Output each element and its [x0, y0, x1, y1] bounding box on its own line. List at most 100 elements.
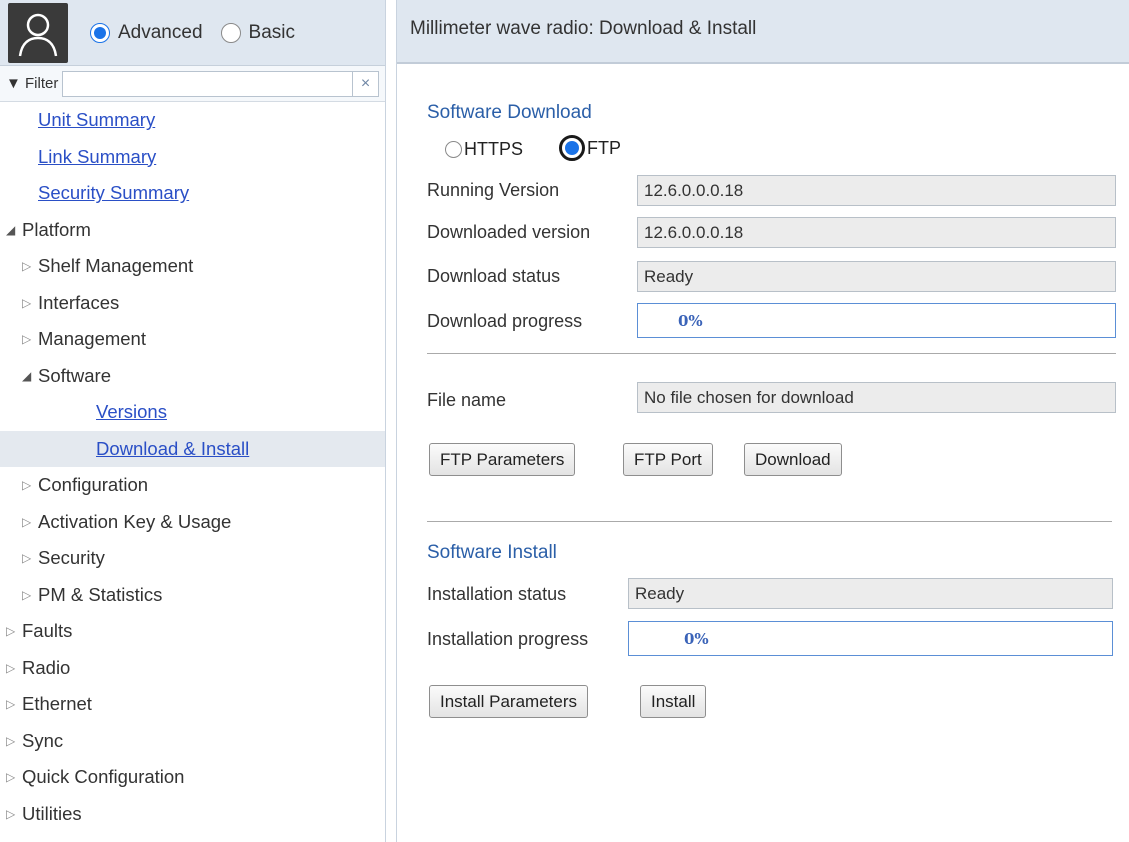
software-download-title: Software Download [427, 102, 592, 123]
sidebar-header: Advanced Basic [0, 0, 385, 66]
running-version-value: 12.6.0.0.0.18 [637, 175, 1116, 206]
radio-selected-icon [90, 22, 110, 43]
nav-label: Sync [22, 729, 64, 751]
nav-label: Interfaces [38, 291, 120, 313]
nav-label: Shelf Management [38, 255, 194, 277]
nav-label: Ethernet [22, 693, 92, 715]
nav-utilities[interactable]: ▷ Utilities [0, 796, 385, 833]
nav-label: Security Summary [38, 182, 190, 204]
downloaded-version-value: 12.6.0.0.0.18 [637, 217, 1116, 248]
download-progress-bar: 0% [637, 303, 1116, 338]
collapsed-triangle-icon: ▷ [22, 478, 32, 493]
download-status-label: Download status [427, 266, 561, 286]
nav-label: Software [38, 364, 112, 386]
nav-software[interactable]: ◢ Software [0, 358, 385, 395]
mode-basic-radio[interactable]: Basic [220, 21, 295, 44]
nav-label: Security [38, 547, 105, 569]
expanded-triangle-icon: ◢ [6, 222, 16, 237]
filter-clear-icon[interactable]: × [353, 70, 379, 97]
nav-label: Management [38, 328, 146, 350]
nav-label: Radio [22, 656, 71, 678]
collapsed-triangle-icon: ▷ [6, 733, 16, 748]
installation-progress-label: Installation progress [427, 629, 589, 649]
install-button[interactable]: Install [640, 685, 707, 718]
installation-progress-bar: 0% [628, 621, 1113, 656]
nav-label: Quick Configuration [22, 766, 185, 788]
protocol-ftp-label: FTP [587, 137, 621, 158]
collapsed-triangle-icon: ▷ [6, 660, 16, 675]
nav-label: Unit Summary [38, 109, 156, 131]
nav-platform[interactable]: ◢ Platform [0, 212, 385, 249]
file-name-value: No file chosen for download [637, 382, 1116, 413]
page-title: Millimeter wave radio: Download & Instal… [397, 0, 1129, 64]
nav-label: Faults [22, 620, 73, 642]
filter-input[interactable] [62, 70, 353, 97]
navigation-tree: Unit Summary Link Summary Security Summa… [0, 102, 385, 832]
collapsed-triangle-icon: ▷ [6, 624, 16, 639]
download-progress-text: 0% [678, 312, 703, 330]
nav-ethernet[interactable]: ▷ Ethernet [0, 686, 385, 723]
nav-label: Platform [22, 218, 91, 240]
download-button[interactable]: Download [744, 443, 842, 476]
installation-status-label: Installation status [427, 584, 567, 604]
collapsed-triangle-icon: ▷ [22, 587, 32, 602]
mode-advanced-label: Advanced [118, 21, 203, 43]
nav-security-summary[interactable]: Security Summary [0, 175, 385, 212]
nav-shelf-management[interactable]: ▷ Shelf Management [0, 248, 385, 285]
protocol-https-radio[interactable]: HTTPS [445, 139, 523, 160]
collapsed-triangle-icon: ▷ [22, 332, 32, 347]
nav-label: Versions [96, 401, 167, 423]
nav-label: Download & Install [96, 437, 250, 459]
collapsed-triangle-icon: ▷ [22, 514, 32, 529]
nav-configuration[interactable]: ▷ Configuration [0, 467, 385, 504]
user-avatar-icon[interactable] [8, 2, 68, 63]
collapsed-triangle-icon: ▷ [22, 295, 32, 310]
collapsed-triangle-icon: ▷ [22, 259, 32, 274]
collapsed-triangle-icon: ▷ [6, 806, 16, 821]
nav-quick-configuration[interactable]: ▷ Quick Configuration [0, 759, 385, 796]
main-panel: Millimeter wave radio: Download & Instal… [396, 0, 1129, 842]
collapsed-triangle-icon: ▷ [6, 770, 16, 785]
nav-label: Configuration [38, 474, 149, 496]
section-divider [427, 521, 1112, 522]
nav-unit-summary[interactable]: Unit Summary [0, 102, 385, 139]
running-version-label: Running Version [427, 180, 560, 200]
nav-link-summary[interactable]: Link Summary [0, 139, 385, 176]
install-parameters-button[interactable]: Install Parameters [429, 685, 588, 718]
nav-label: Utilities [22, 802, 82, 824]
nav-download-install[interactable]: Download & Install [0, 430, 385, 467]
mode-basic-label: Basic [248, 21, 295, 43]
nav-security[interactable]: ▷ Security [0, 540, 385, 577]
installation-progress-text: 0% [684, 630, 709, 648]
software-install-title: Software Install [427, 542, 557, 563]
nav-radio[interactable]: ▷ Radio [0, 650, 385, 687]
download-status-value: Ready [637, 261, 1116, 292]
nav-sync[interactable]: ▷ Sync [0, 723, 385, 760]
downloaded-version-label: Downloaded version [427, 222, 591, 242]
nav-label: Link Summary [38, 145, 157, 167]
nav-label: Activation Key & Usage [38, 510, 232, 532]
expanded-triangle-icon: ◢ [22, 368, 32, 383]
radio-unselected-icon [445, 141, 462, 158]
section-divider [427, 353, 1116, 354]
filter-bar: ▼ Filter × [0, 66, 385, 102]
protocol-ftp-radio[interactable]: FTP [559, 135, 621, 161]
ftp-parameters-button[interactable]: FTP Parameters [429, 443, 576, 476]
filter-label: ▼ Filter [6, 75, 59, 92]
protocol-https-label: HTTPS [464, 139, 524, 159]
nav-pm-statistics[interactable]: ▷ PM & Statistics [0, 577, 385, 614]
installation-status-value: Ready [628, 578, 1113, 609]
nav-activation-key-usage[interactable]: ▷ Activation Key & Usage [0, 504, 385, 541]
collapsed-triangle-icon: ▷ [22, 551, 32, 566]
nav-faults[interactable]: ▷ Faults [0, 613, 385, 650]
nav-label: PM & Statistics [38, 583, 163, 605]
nav-versions[interactable]: Versions [0, 394, 385, 431]
mode-advanced-radio[interactable]: Advanced [90, 22, 203, 44]
file-name-label: File name [427, 390, 507, 410]
ftp-port-button[interactable]: FTP Port [623, 443, 713, 476]
nav-management[interactable]: ▷ Management [0, 321, 385, 358]
download-progress-label: Download progress [427, 311, 583, 331]
radio-selected-icon [559, 135, 585, 161]
collapsed-triangle-icon: ▷ [6, 697, 16, 712]
nav-interfaces[interactable]: ▷ Interfaces [0, 285, 385, 322]
